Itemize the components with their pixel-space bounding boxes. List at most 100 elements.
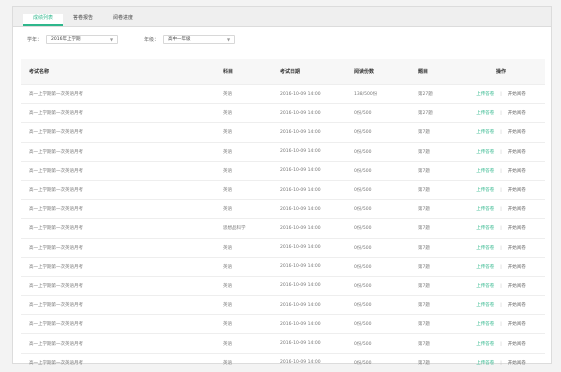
- table-row[interactable]: 高一上学期第一次英语月考 英语 2016-10-09 14:00 0份/500 第7题上…: [21, 275, 545, 296]
- subject-cell: 英语: [215, 256, 272, 277]
- upload-answers-link[interactable]: 上传答卷: [476, 361, 494, 366]
- table-row[interactable]: 高一上学期第一次英语月考 英语 2016-10-09 14:00 0份/500 第7题上…: [21, 141, 545, 162]
- subject-cell: 英语: [215, 160, 272, 181]
- table-row[interactable]: 高一上学期第一次英语月考 英语 2016-10-09 14:00 0份/500 第7题上…: [21, 352, 545, 372]
- subject-cell: 英语: [215, 83, 272, 104]
- upload-answers-link[interactable]: 上传答卷: [476, 322, 494, 327]
- upload-answers-link[interactable]: 上传答卷: [476, 92, 494, 97]
- actions-cell: 上传答卷 | 开始阅卷: [457, 275, 545, 296]
- items-cell: 第7题: [410, 141, 457, 162]
- upload-answers-link[interactable]: 上传答卷: [476, 246, 494, 251]
- upload-answers-link[interactable]: 上传答卷: [476, 265, 494, 270]
- start-marking-link[interactable]: 开始阅卷: [508, 111, 526, 116]
- marked-count-cell: 0份/500: [346, 237, 410, 258]
- app-frame: 成绩列表 答卷报告 阅卷进度 学年： 2016年上学期 ▼ 年级： 高中一年级 …: [12, 6, 552, 372]
- start-marking-link[interactable]: 开始阅卷: [508, 130, 526, 135]
- exam-date-cell: 2016-10-09 14:00: [272, 275, 346, 296]
- upload-answers-link[interactable]: 上传答卷: [476, 169, 494, 174]
- marked-count-cell: 0份/500: [346, 179, 410, 200]
- start-marking-link[interactable]: 开始阅卷: [508, 150, 526, 155]
- exam-date-cell: 2016-10-09 14:00: [272, 160, 346, 181]
- tab-marking-progress[interactable]: 阅卷进度: [103, 14, 143, 26]
- action-divider: |: [500, 207, 502, 213]
- start-marking-link[interactable]: 开始阅卷: [508, 246, 526, 251]
- marked-count-cell: 138/500份: [346, 83, 410, 104]
- col-marked-count[interactable]: 阅读份数: [346, 59, 410, 85]
- upload-answers-link[interactable]: 上传答卷: [476, 111, 494, 116]
- exam-date-cell: 2016-10-09 14:00: [272, 103, 346, 123]
- exam-name-cell: 高一上学期第一次英语月考: [21, 83, 215, 104]
- upload-answers-link[interactable]: 上传答卷: [476, 284, 494, 289]
- start-marking-link[interactable]: 开始阅卷: [508, 361, 526, 366]
- exam-date-cell: 2016-10-09 14:00: [272, 295, 346, 315]
- upload-answers-link[interactable]: 上传答卷: [476, 130, 494, 135]
- table-row[interactable]: 高一上学期第一次英语月考 英语 2016-10-09 14:00 0份/500 第7题上…: [21, 333, 545, 354]
- chevron-down-icon: ▼: [109, 36, 114, 42]
- actions-cell: 上传答卷 | 开始阅卷: [457, 237, 545, 258]
- actions-cell: 上传答卷 | 开始阅卷: [457, 256, 545, 277]
- table-row[interactable]: 高一上学期第一次英语月考 思想品科学 2016-10-09 14:00 0份/500 第…: [21, 218, 545, 238]
- exam-name-cell: 高一上学期第一次英语月考: [21, 199, 215, 219]
- upload-answers-link[interactable]: 上传答卷: [476, 207, 494, 212]
- term-value: 2016年上学期: [51, 37, 81, 42]
- table-row[interactable]: 高一上学期第一次英语月考 英语 2016-10-09 14:00 0份/500 第7题上…: [21, 179, 545, 200]
- table-row[interactable]: 高一上学期第一次英语月考 英语 2016-10-09 14:00 0份/500 第7题上…: [21, 295, 545, 315]
- start-marking-link[interactable]: 开始阅卷: [508, 303, 526, 308]
- subject-cell: 英语: [215, 295, 272, 315]
- chevron-down-icon: ▼: [226, 36, 231, 42]
- table-row[interactable]: 高一上学期第一次英语月考 英语 2016-10-09 14:00 0份/500 第27题…: [21, 103, 545, 123]
- term-select[interactable]: 2016年上学期 ▼: [46, 34, 119, 44]
- subject-cell: 英语: [215, 141, 272, 162]
- items-cell: 第7题: [410, 333, 457, 354]
- upload-answers-link[interactable]: 上传答卷: [476, 188, 494, 193]
- exam-name-cell: 高一上学期第一次英语月考: [21, 160, 215, 181]
- col-items[interactable]: 题目: [410, 59, 457, 85]
- upload-answers-link[interactable]: 上传答卷: [476, 226, 494, 231]
- table-row[interactable]: 高一上学期第一次英语月考 英语 2016-10-09 14:00 0份/500 第7题上…: [21, 256, 545, 277]
- tab-answer-report[interactable]: 答卷报告: [63, 14, 103, 26]
- action-divider: |: [500, 360, 502, 366]
- items-cell: 第27题: [410, 103, 457, 123]
- subject-cell: 英语: [215, 333, 272, 354]
- start-marking-link[interactable]: 开始阅卷: [508, 207, 526, 212]
- start-marking-link[interactable]: 开始阅卷: [508, 226, 526, 231]
- upload-answers-link[interactable]: 上传答卷: [476, 342, 494, 347]
- exam-date-cell: 2016-10-09 14:00: [272, 179, 346, 200]
- col-exam-name[interactable]: 考试名称: [21, 59, 215, 85]
- marked-count-cell: 0份/500: [346, 352, 410, 372]
- upload-answers-link[interactable]: 上传答卷: [476, 303, 494, 308]
- start-marking-link[interactable]: 开始阅卷: [508, 169, 526, 174]
- start-marking-link[interactable]: 开始阅卷: [508, 188, 526, 193]
- start-marking-link[interactable]: 开始阅卷: [508, 322, 526, 327]
- actions-cell: 上传答卷 | 开始阅卷: [457, 314, 545, 334]
- table-body: 高一上学期第一次英语月考 英语 2016-10-09 14:00 138/500份 第2…: [21, 83, 545, 372]
- col-exam-date[interactable]: 考试日期: [272, 59, 346, 85]
- start-marking-link[interactable]: 开始阅卷: [508, 265, 526, 270]
- subject-cell: 英语: [215, 314, 272, 334]
- start-marking-link[interactable]: 开始阅卷: [508, 92, 526, 97]
- actions-cell: 上传答卷 | 开始阅卷: [457, 122, 545, 143]
- actions-cell: 上传答卷 | 开始阅卷: [457, 160, 545, 181]
- items-cell: 第7题: [410, 122, 457, 143]
- col-actions: 操作: [457, 59, 545, 85]
- table-row[interactable]: 高一上学期第一次英语月考 英语 2016-10-09 14:00 0份/500 第7题上…: [21, 160, 545, 181]
- exam-date-cell: 2016-10-09 14:00: [272, 314, 346, 334]
- upload-answers-link[interactable]: 上传答卷: [476, 150, 494, 155]
- col-subject[interactable]: 科目: [215, 59, 272, 85]
- table-row[interactable]: 高一上学期第一次英语月考 英语 2016-10-09 14:00 0份/500 第7题上…: [21, 314, 545, 334]
- start-marking-link[interactable]: 开始阅卷: [508, 284, 526, 289]
- actions-cell: 上传答卷 | 开始阅卷: [457, 83, 545, 104]
- action-divider: |: [500, 283, 502, 289]
- exam-name-cell: 高一上学期第一次英语月考: [21, 179, 215, 200]
- subject-cell: 英语: [215, 237, 272, 258]
- table-row[interactable]: 高一上学期第一次英语月考 英语 2016-10-09 14:00 0份/500 第7题上…: [21, 237, 545, 258]
- start-marking-link[interactable]: 开始阅卷: [508, 342, 526, 347]
- table-row[interactable]: 高一上学期第一次英语月考 英语 2016-10-09 14:00 0份/500 第7题上…: [21, 122, 545, 143]
- exam-date-cell: 2016-10-09 14:00: [272, 333, 346, 354]
- table-row[interactable]: 高一上学期第一次英语月考 英语 2016-10-09 14:00 138/500份 第2…: [21, 83, 545, 104]
- grade-filter: 年级： 高中一年级 ▼: [144, 34, 236, 44]
- tab-score-list[interactable]: 成绩列表: [23, 14, 64, 26]
- table-row[interactable]: 高一上学期第一次英语月考 英语 2016-10-09 14:00 0份/500 第7题上…: [21, 199, 545, 219]
- exam-date-cell: 2016-10-09 14:00: [272, 199, 346, 219]
- grade-select[interactable]: 高中一年级 ▼: [163, 34, 236, 44]
